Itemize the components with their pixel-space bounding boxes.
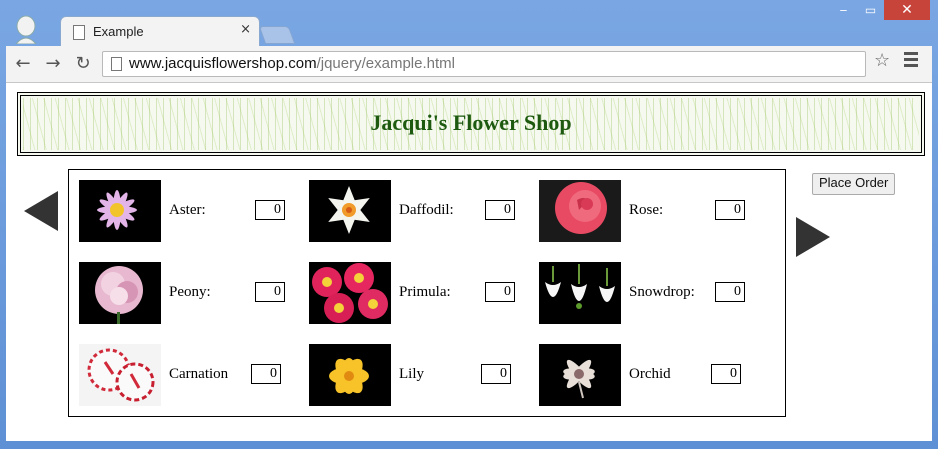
user-avatar-icon[interactable] (10, 14, 42, 44)
url-path: /jquery/example.html (316, 55, 455, 72)
tab-close-icon[interactable]: × (240, 22, 251, 37)
browser-window: ‒ ▭ ✕ Example × ← → ↻ www.jacquisflowers… (0, 0, 938, 449)
browser-toolbar: ← → ↻ www.jacquisflowershop.com/jquery/e… (6, 46, 932, 83)
flower-label: Daffodil: (399, 202, 454, 218)
new-tab-button[interactable] (258, 26, 296, 44)
aster-image (79, 180, 161, 242)
menu-icon[interactable] (904, 52, 918, 68)
daffodil-image (309, 180, 391, 242)
previous-arrow-icon[interactable] (24, 191, 58, 231)
peony-image (79, 262, 161, 324)
maximize-button[interactable]: ▭ (857, 0, 884, 20)
browser-tab[interactable]: Example × (60, 16, 260, 47)
flower-item-rose: Rose: 0 (539, 180, 769, 244)
flower-label: Aster: (169, 202, 206, 218)
flower-grid: Aster: 0 Daffodil: 0 Rose: 0 Peony: 0 Pr… (68, 169, 786, 417)
snowdrop-image (539, 262, 621, 324)
flower-item-primula: Primula: 0 (309, 262, 539, 326)
next-arrow-icon[interactable] (796, 217, 830, 257)
close-window-button[interactable]: ✕ (884, 0, 930, 20)
page-content: Jacqui's Flower Shop Place Order Aster: … (6, 83, 932, 441)
reload-button[interactable]: ↻ (72, 52, 94, 74)
primula-image (309, 262, 391, 324)
flower-label: Carnation (169, 366, 229, 382)
quantity-input[interactable]: 0 (481, 364, 511, 384)
quantity-input[interactable]: 0 (255, 200, 285, 220)
minimize-button[interactable]: ‒ (830, 0, 857, 20)
back-button[interactable]: ← (12, 52, 34, 74)
page-icon (73, 25, 85, 40)
lily-image (309, 344, 391, 406)
bookmark-star-icon[interactable]: ☆ (874, 50, 890, 71)
quantity-input[interactable]: 0 (485, 282, 515, 302)
flower-label: Peony: (169, 284, 211, 300)
flower-label: Primula: (399, 284, 451, 300)
quantity-input[interactable]: 0 (485, 200, 515, 220)
quantity-input[interactable]: 0 (715, 282, 745, 302)
flower-label: Lily (399, 366, 424, 382)
orchid-image (539, 344, 621, 406)
carnation-image (79, 344, 161, 406)
flower-item-orchid: Orchid 0 (539, 344, 769, 408)
flower-label: Rose: (629, 202, 664, 218)
address-bar[interactable]: www.jacquisflowershop.com/jquery/example… (102, 51, 866, 77)
window-controls: ‒ ▭ ✕ (830, 0, 930, 22)
quantity-input[interactable]: 0 (255, 282, 285, 302)
url-host: www.jacquisflowershop.com (129, 55, 317, 72)
place-order-button[interactable]: Place Order (812, 173, 896, 195)
flower-item-snowdrop: Snowdrop: 0 (539, 262, 769, 326)
flower-item-carnation: Carnation 0 (79, 344, 309, 408)
quantity-input[interactable]: 0 (715, 200, 745, 220)
flower-label: Snowdrop: (629, 284, 695, 300)
flower-item-aster: Aster: 0 (79, 180, 309, 244)
flower-item-lily: Lily 0 (309, 344, 539, 408)
tab-title: Example (93, 24, 144, 39)
flower-label: Orchid (629, 366, 671, 382)
flower-item-daffodil: Daffodil: 0 (309, 180, 539, 244)
page-title: Jacqui's Flower Shop (370, 110, 572, 135)
url-text[interactable]: www.jacquisflowershop.com/jquery/example… (129, 55, 455, 72)
page-icon (111, 57, 122, 71)
rose-image (539, 180, 621, 242)
quantity-input[interactable]: 0 (251, 364, 281, 384)
flower-item-peony: Peony: 0 (79, 262, 309, 326)
quantity-input[interactable]: 0 (711, 364, 741, 384)
page-banner: Jacqui's Flower Shop (17, 92, 925, 156)
forward-button[interactable]: → (42, 52, 64, 74)
